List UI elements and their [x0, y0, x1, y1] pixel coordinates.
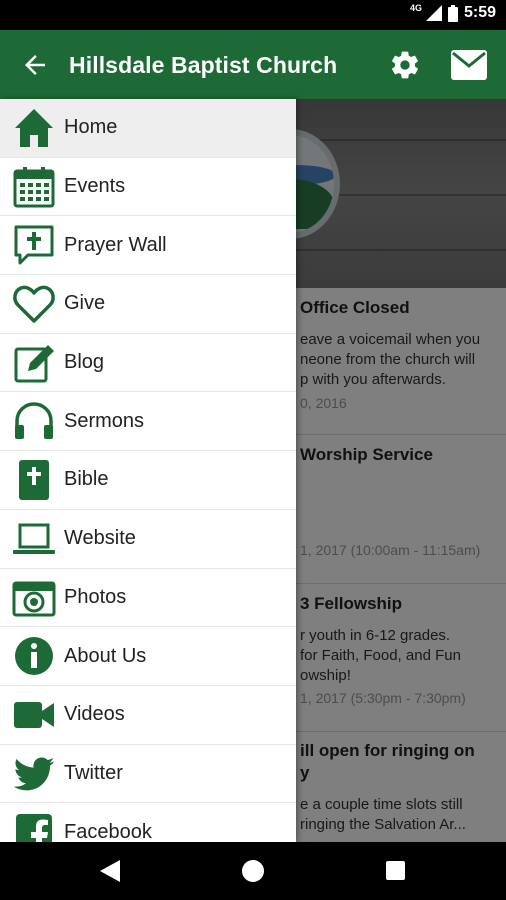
mail-icon[interactable]	[451, 50, 487, 80]
drawer-item-sermons[interactable]: Sermons	[0, 392, 296, 452]
navigation-drawer: Home Events Prayer Wall Give Blog Sermon…	[0, 99, 296, 842]
drawer-item-blog[interactable]: Blog	[0, 334, 296, 393]
info-icon	[15, 637, 53, 676]
app-bar: Hillsdale Baptist Church	[0, 30, 506, 99]
status-time: 5:59	[463, 4, 496, 21]
headphones-icon	[15, 402, 53, 440]
drawer-item-twitter[interactable]: Twitter	[0, 745, 296, 804]
status-bar: 4G 5:59	[0, 0, 506, 30]
drawer-item-label: Videos	[64, 703, 125, 726]
gear-icon[interactable]	[389, 49, 421, 81]
back-arrow-icon[interactable]	[20, 50, 50, 80]
drawer-item-videos[interactable]: Videos	[0, 686, 296, 745]
drawer-item-prayer-wall[interactable]: Prayer Wall	[0, 216, 296, 276]
drawer-item-label: Bible	[64, 468, 109, 491]
battery-icon	[447, 4, 458, 22]
drawer-item-label: About Us	[64, 644, 147, 667]
drawer-item-label: Blog	[64, 351, 105, 374]
drawer-item-label: Photos	[64, 585, 127, 608]
network-type: 4G	[409, 3, 422, 13]
nav-recents-icon[interactable]	[386, 861, 405, 880]
edit-icon	[14, 344, 54, 383]
drawer-item-label: Home	[64, 116, 118, 139]
drawer-item-label: Twitter	[64, 761, 123, 784]
drawer-item-events[interactable]: Events	[0, 158, 296, 217]
nav-back-icon[interactable]	[100, 860, 120, 882]
system-navigation-bar	[0, 842, 506, 900]
home-icon	[15, 109, 53, 147]
status-icons: 4G 5:59	[409, 3, 496, 22]
drawer-item-website[interactable]: Website	[0, 510, 296, 569]
drawer-item-label: Give	[64, 292, 106, 315]
drawer-item-facebook[interactable]: Facebook	[0, 803, 296, 842]
drawer-item-label: Website	[64, 527, 136, 550]
laptop-icon	[13, 523, 55, 554]
page-title: Hillsdale Baptist Church	[69, 52, 338, 78]
drawer-item-label: Sermons	[64, 409, 145, 432]
drawer-item-give[interactable]: Give	[0, 275, 296, 334]
drawer-item-bible[interactable]: Bible	[0, 451, 296, 510]
calendar-icon	[13, 166, 55, 208]
drawer-item-about-us[interactable]: About Us	[0, 627, 296, 686]
signal-icon	[425, 5, 442, 21]
bible-icon	[19, 460, 49, 501]
prayer-bubble-icon	[14, 225, 54, 265]
drawer-item-label: Facebook	[64, 820, 152, 842]
drawer-item-photos[interactable]: Photos	[0, 569, 296, 628]
nav-home-icon[interactable]	[242, 860, 264, 882]
video-camera-icon	[14, 701, 54, 728]
facebook-icon	[16, 814, 52, 842]
camera-icon	[12, 581, 56, 616]
drawer-item-home[interactable]: Home	[0, 99, 296, 158]
twitter-icon	[13, 757, 55, 790]
heart-icon	[13, 285, 55, 323]
drawer-item-label: Prayer Wall	[64, 233, 167, 256]
drawer-item-label: Events	[64, 175, 126, 198]
